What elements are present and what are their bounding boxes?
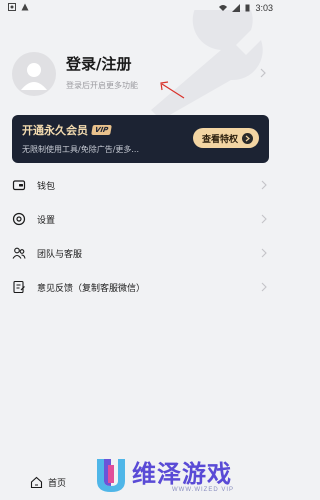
menu-item-label: 钱包	[37, 182, 56, 192]
annotation-arrow-icon	[160, 81, 185, 99]
vip-title-row: 开通永久会员 VIP	[22, 122, 113, 138]
profile-login-row[interactable]: 登录/注册 登录后开启更多功能	[0, 38, 281, 110]
vip-membership-card[interactable]: 开通永久会员 VIP 无限制使用工具/免除广告/更多... 查看特权	[12, 115, 269, 163]
wallet-icon	[12, 180, 26, 191]
watermark-logo-icon	[97, 459, 125, 492]
nav-home-label: 首页	[48, 479, 67, 489]
menu-item-label: 团队与客服	[37, 250, 83, 260]
menu-item-feedback[interactable]: 意见反馈（复制客服微信）	[0, 270, 281, 304]
arrow-right-icon	[242, 132, 253, 144]
view-privileges-button[interactable]: 查看特权	[192, 128, 259, 148]
chevron-right-icon	[261, 282, 267, 292]
avatar[interactable]	[12, 52, 56, 96]
menu-item-label: 意见反馈（复制客服微信）	[37, 284, 146, 294]
vip-badge: VIP	[91, 125, 113, 135]
chevron-right-icon	[261, 214, 267, 224]
login-register-title[interactable]: 登录/注册	[66, 53, 131, 74]
chevron-right-icon	[260, 68, 266, 78]
chevron-right-icon	[261, 248, 267, 258]
view-privileges-label: 查看特权	[201, 133, 238, 144]
feedback-icon	[13, 280, 25, 294]
notification-icon	[8, 3, 16, 11]
vip-description: 无限制使用工具/免除广告/更多...	[22, 145, 140, 154]
menu-item-settings[interactable]: 设置	[0, 202, 281, 236]
watermark-subtitle: WWW.WIZED VIP	[172, 487, 234, 493]
home-icon	[30, 476, 43, 489]
watermark-title: 维泽游戏	[132, 460, 232, 488]
menu-item-wallet[interactable]: 钱包	[0, 168, 281, 202]
app-notification-icon	[21, 3, 29, 11]
user-silhouette-icon	[21, 63, 47, 90]
team-icon	[12, 247, 26, 259]
nav-home-tab[interactable]: 首页	[30, 476, 66, 489]
chevron-right-icon	[261, 180, 267, 190]
vip-title: 开通永久会员	[22, 124, 88, 137]
watermark: 维泽游戏 WWW.WIZED VIP	[94, 453, 281, 500]
menu-item-label: 设置	[37, 216, 56, 226]
settings-icon	[12, 212, 26, 226]
menu-item-team-support[interactable]: 团队与客服	[0, 236, 281, 270]
login-subtitle: 登录后开启更多功能	[66, 81, 138, 90]
